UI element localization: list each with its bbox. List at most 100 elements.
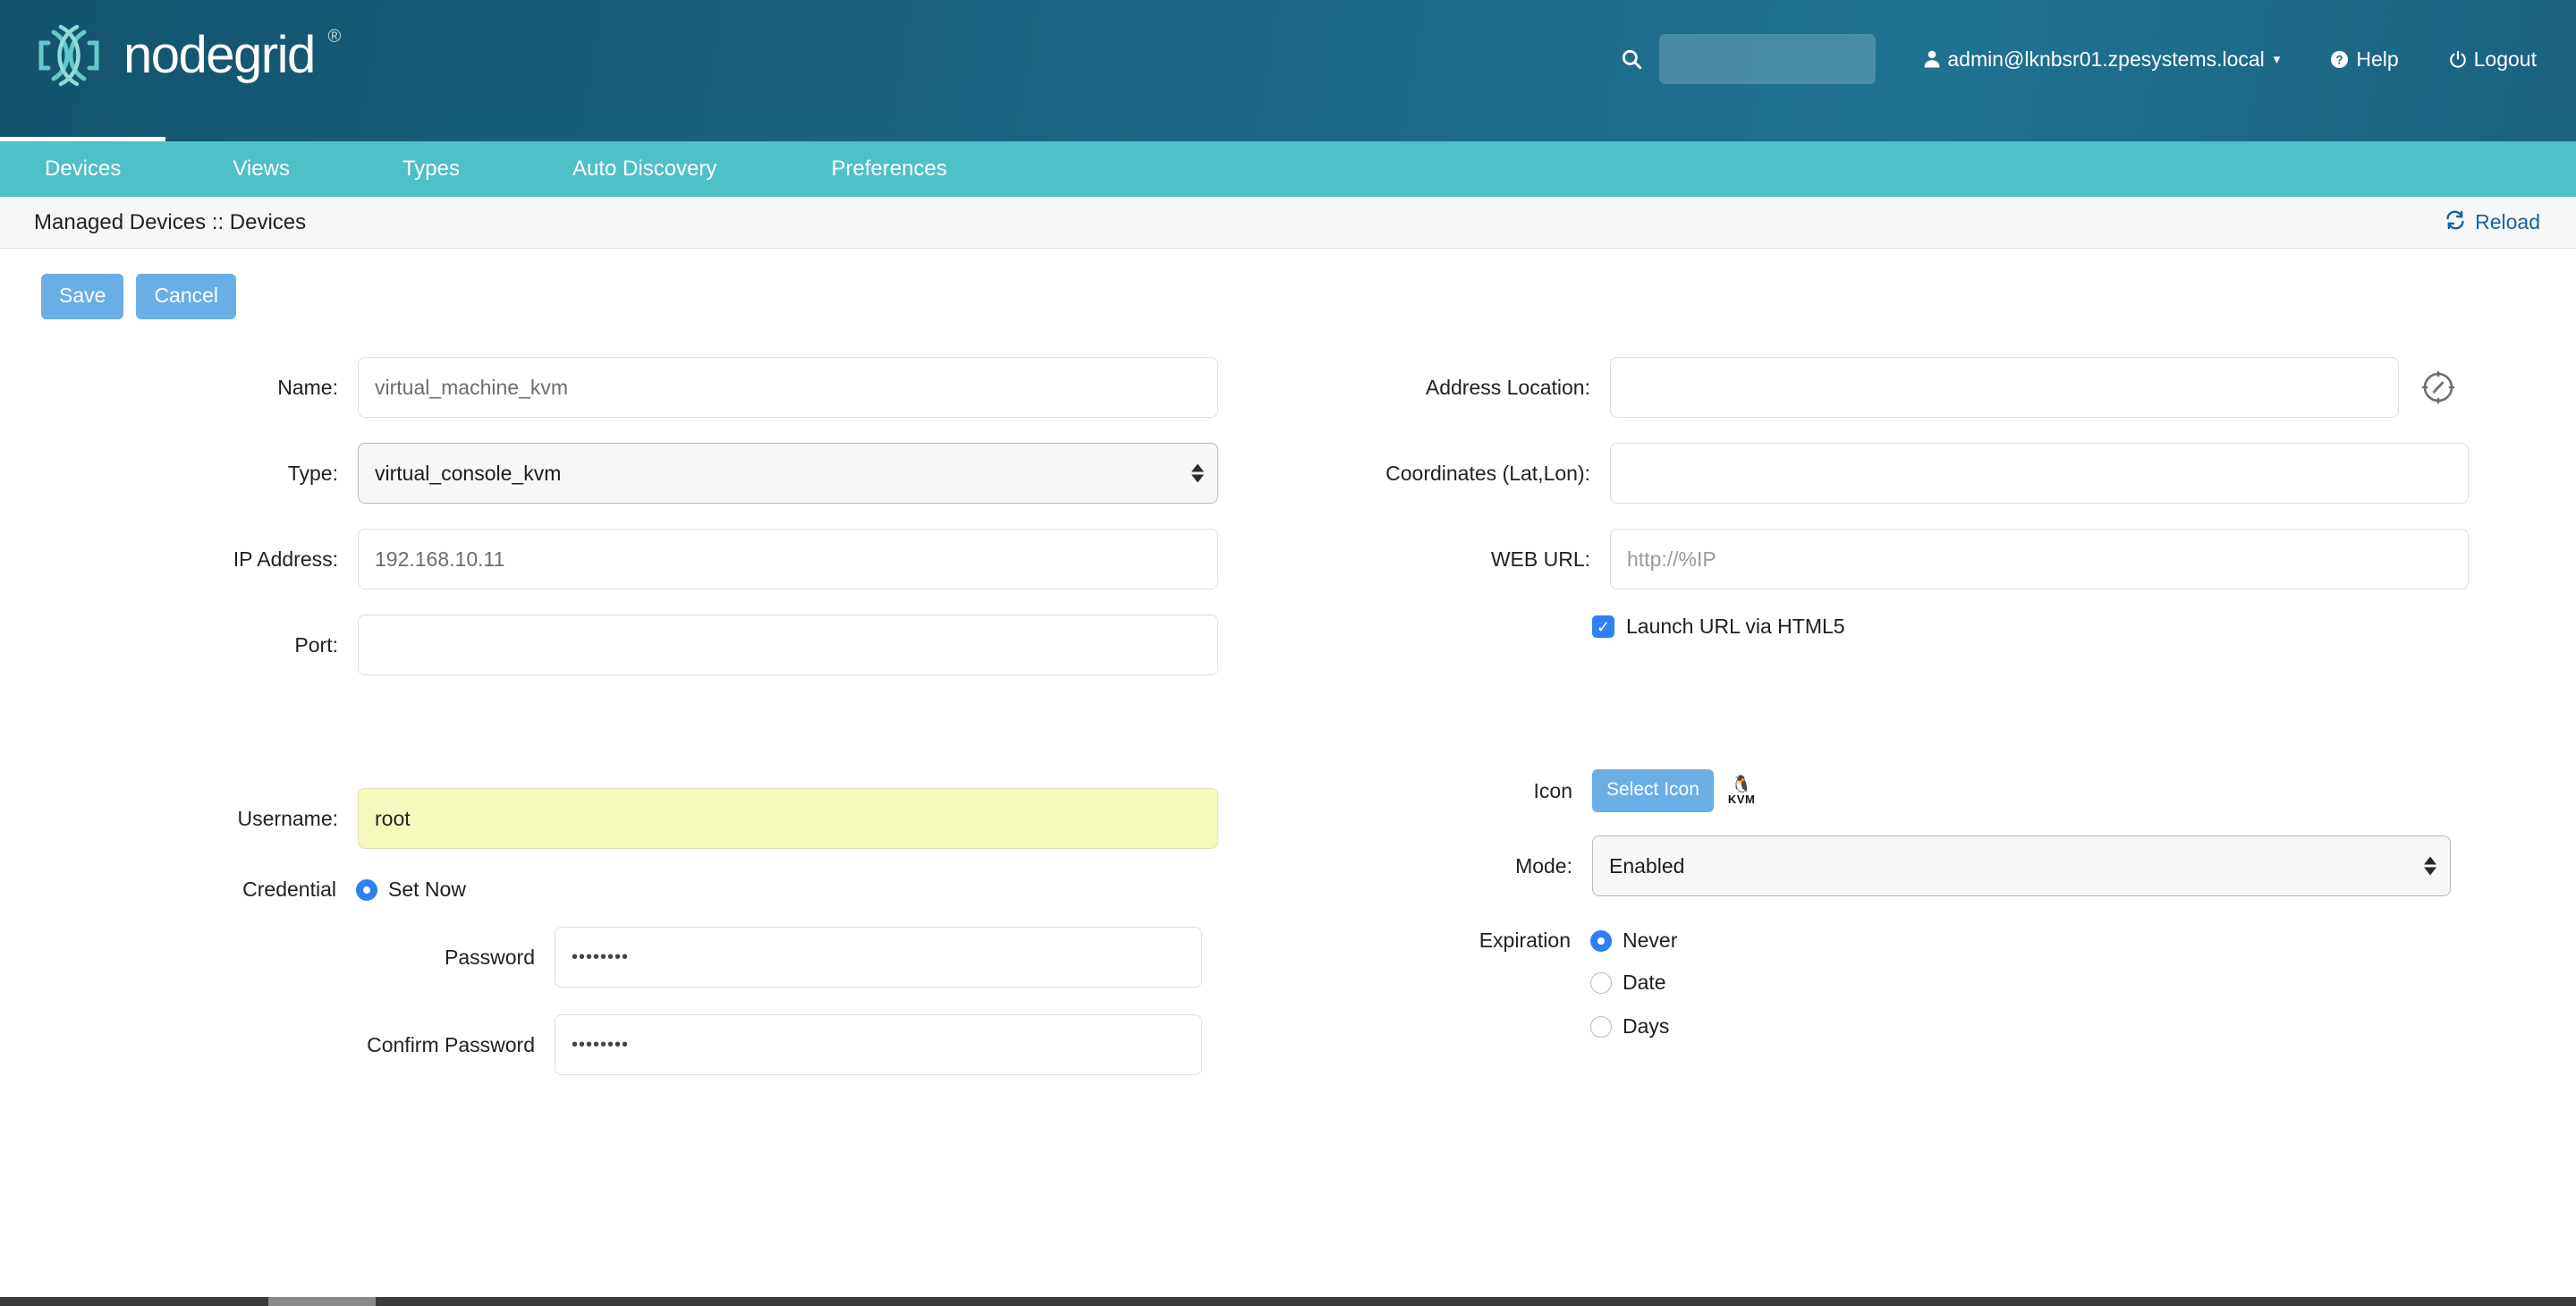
tab-views[interactable]: Views — [233, 157, 290, 182]
credential-set-now-label: Set Now — [388, 878, 466, 901]
sub-navigation: Devices Views Types Auto Discovery Prefe… — [0, 137, 2576, 197]
field-icon: Icon Select Icon 🐧 KVM — [1234, 769, 2576, 812]
expiration-date-label: Date — [1623, 971, 1666, 994]
expiration-option-date[interactable]: Date — [1590, 971, 1666, 995]
field-launch-html5: ✓ Launch URL via HTML5 — [1234, 615, 2576, 639]
reload-button[interactable]: Reload — [2445, 210, 2540, 235]
mode-select-wrap: Enabled — [1592, 835, 2451, 896]
type-label: Type: — [287, 461, 338, 485]
expiration-option-never[interactable]: Never — [1590, 929, 1677, 953]
field-username: Username: — [0, 788, 1234, 849]
address-location-label: Address Location: — [1425, 375, 1590, 399]
chevron-down-icon: ▾ — [2273, 52, 2281, 67]
svg-text:?: ? — [2336, 53, 2343, 66]
registered-mark: ® — [327, 27, 342, 47]
breadcrumb: Managed Devices :: Devices — [34, 209, 307, 234]
breadcrumb-bar: Managed Devices :: Devices Reload — [0, 197, 2576, 249]
horizontal-scrollbar-thumb[interactable] — [268, 1297, 376, 1306]
coordinates-label: Coordinates (Lat,Lon): — [1385, 461, 1590, 485]
field-port: Port: — [0, 615, 1234, 675]
credential-label: Credential — [242, 878, 336, 901]
name-label: Name: — [277, 375, 338, 399]
username-input[interactable] — [358, 788, 1218, 849]
tab-types[interactable]: Types — [402, 157, 460, 182]
form-right-column: Address Location: Coordinates (Lat,Lon):… — [1234, 337, 2576, 1075]
radio-indicator — [1590, 1015, 1612, 1038]
field-type: Type: virtual_console_kvm — [0, 443, 1234, 504]
user-menu[interactable]: admin@lknbsr01.zpesystems.local ▾ — [1924, 47, 2280, 72]
field-confirm-password: Confirm Password — [0, 1014, 1234, 1075]
web-url-label: WEB URL: — [1490, 547, 1590, 571]
active-tab-indicator — [0, 137, 165, 141]
radio-indicator — [1590, 971, 1612, 994]
radio-indicator — [1590, 929, 1612, 952]
mode-select[interactable]: Enabled — [1592, 835, 2451, 896]
password-label: Password — [445, 945, 535, 969]
tux-glyph: 🐧 — [1731, 776, 1752, 794]
radio-indicator — [356, 878, 377, 901]
brand-logo[interactable]: nodegrid ® — [34, 23, 341, 88]
tab-preferences[interactable]: Preferences — [831, 157, 946, 182]
expiration-days-label: Days — [1623, 1014, 1670, 1038]
question-circle-icon: ? — [2330, 50, 2349, 69]
help-label: Help — [2356, 47, 2399, 71]
type-select[interactable]: virtual_console_kvm — [358, 443, 1218, 504]
compass-icon[interactable] — [2419, 368, 2458, 407]
checkbox-check-icon: ✓ — [1592, 615, 1614, 638]
field-password: Password — [0, 927, 1234, 988]
field-name: Name: — [0, 357, 1234, 418]
refresh-icon — [2445, 210, 2466, 235]
field-ip-address: IP Address: — [0, 529, 1234, 589]
ip-address-label: IP Address: — [233, 547, 338, 571]
header-right-group: admin@lknbsr01.zpesystems.local ▾ ? Help… — [1618, 34, 2576, 84]
linux-kvm-icon: 🐧 KVM — [1728, 776, 1755, 805]
tab-auto-discovery[interactable]: Auto Discovery — [572, 157, 716, 182]
app-header: nodegrid ® admin@lknbsr01.zpesystems.loc… — [0, 0, 2576, 244]
select-icon-button[interactable]: Select Icon — [1592, 769, 1714, 812]
power-icon — [2449, 50, 2467, 69]
user-email: admin@lknbsr01.zpesystems.local — [1947, 47, 2265, 71]
expiration-label: Expiration — [1479, 929, 1571, 952]
coordinates-input[interactable] — [1610, 443, 2469, 504]
credential-set-now-radio[interactable]: Set Now — [356, 878, 466, 902]
web-url-input[interactable] — [1610, 529, 2469, 589]
field-address-location: Address Location: — [1234, 357, 2576, 418]
help-button[interactable]: ? Help — [2330, 47, 2399, 72]
ip-address-input[interactable] — [358, 529, 1218, 589]
name-input[interactable] — [358, 357, 1218, 418]
type-select-wrap: virtual_console_kvm — [358, 443, 1218, 504]
logout-button[interactable]: Logout — [2449, 47, 2537, 72]
expiration-never-label: Never — [1623, 929, 1678, 952]
port-label: Port: — [294, 632, 338, 657]
field-expiration-days: Days — [1234, 1014, 2576, 1039]
tab-devices[interactable]: Devices — [45, 157, 121, 182]
nodegrid-logo-icon — [34, 23, 104, 88]
user-icon — [1924, 50, 1940, 68]
field-web-url: WEB URL: — [1234, 529, 2576, 589]
field-mode: Mode: Enabled — [1234, 835, 2576, 896]
brand-label: nodegrid — [123, 26, 316, 84]
device-form: Name: Type: virtual_console_kvm IP Addre… — [0, 319, 2576, 1075]
window-bottom-edge — [0, 1297, 2576, 1306]
address-location-input[interactable] — [1610, 357, 2399, 418]
kvm-text: KVM — [1727, 793, 1756, 806]
search-icon[interactable] — [1618, 46, 1645, 72]
confirm-password-input[interactable] — [555, 1014, 1202, 1075]
form-action-bar: Save Cancel — [0, 249, 2576, 319]
username-label: Username: — [237, 806, 338, 830]
launch-html5-label: Launch URL via HTML5 — [1626, 615, 1845, 638]
expiration-option-days[interactable]: Days — [1590, 1014, 1669, 1039]
icon-label: Icon — [1533, 778, 1572, 802]
cancel-button[interactable]: Cancel — [136, 274, 237, 319]
save-button[interactable]: Save — [41, 274, 124, 319]
port-input[interactable] — [358, 615, 1218, 675]
form-left-column: Name: Type: virtual_console_kvm IP Addre… — [0, 337, 1234, 1075]
field-coordinates: Coordinates (Lat,Lon): — [1234, 443, 2576, 504]
password-input[interactable] — [555, 927, 1202, 988]
launch-html5-checkbox[interactable]: ✓ Launch URL via HTML5 — [1592, 615, 1845, 639]
mode-label: Mode: — [1515, 853, 1572, 878]
logout-label: Logout — [2473, 47, 2537, 71]
reload-label: Reload — [2475, 210, 2540, 233]
search-input[interactable] — [1659, 34, 1877, 84]
confirm-password-label: Confirm Password — [367, 1032, 535, 1056]
